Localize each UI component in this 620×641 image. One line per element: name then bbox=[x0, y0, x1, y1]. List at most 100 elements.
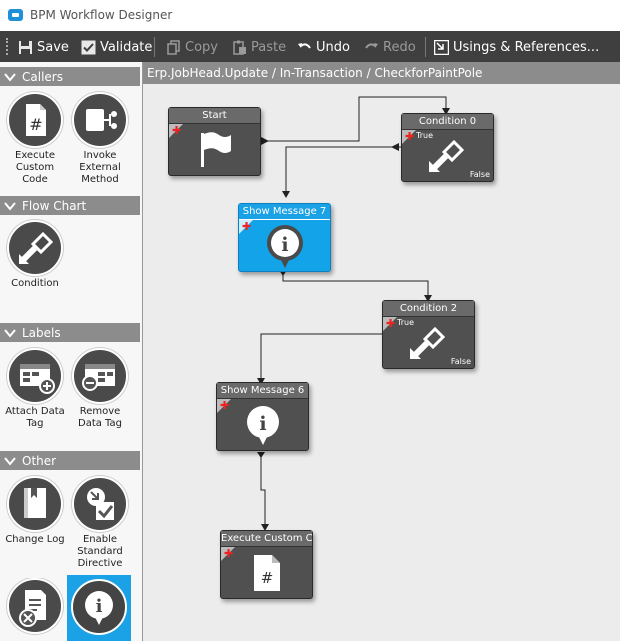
arrow-head bbox=[282, 191, 290, 198]
section-title: Labels bbox=[22, 325, 61, 340]
window-title: BPM Workflow Designer bbox=[30, 8, 173, 22]
redo-icon bbox=[364, 40, 379, 55]
condition-arrows-icon bbox=[429, 139, 465, 172]
tool-change-log[interactable]: Change Log bbox=[3, 476, 67, 546]
node-title: Start bbox=[169, 108, 260, 124]
section-header-other[interactable]: Other bbox=[0, 451, 140, 470]
node-title: Show Message 7 bbox=[239, 204, 330, 220]
toolbar: Save Validate Copy Paste Undo Redo Using… bbox=[0, 31, 620, 62]
svg-text:i: i bbox=[259, 413, 266, 435]
document-remove-icon bbox=[7, 578, 63, 634]
svg-text:i: i bbox=[281, 234, 288, 256]
false-branch-label: False bbox=[469, 170, 490, 179]
arrow-head bbox=[261, 137, 269, 145]
paste-icon bbox=[232, 40, 247, 55]
remove-tag-icon bbox=[72, 348, 128, 404]
arrow-head bbox=[257, 452, 265, 458]
title-bar: BPM Workflow Designer bbox=[0, 0, 620, 31]
save-button[interactable]: Save bbox=[18, 37, 69, 57]
copy-icon bbox=[166, 39, 181, 55]
tool-invoke-external-method[interactable]: Invoke External Method bbox=[68, 92, 132, 186]
redo-label: Redo bbox=[383, 39, 416, 55]
undo-icon bbox=[297, 40, 312, 55]
section-title: Other bbox=[22, 453, 57, 468]
svg-text:#: # bbox=[261, 569, 274, 587]
connector-condition2-to-show6 bbox=[260, 333, 382, 380]
arrow-head bbox=[391, 143, 399, 151]
tool-label: Invoke External Method bbox=[79, 150, 121, 185]
tool-label: Condition bbox=[11, 278, 59, 289]
tool-attach-data-tag[interactable]: Attach Data Tag bbox=[3, 348, 67, 430]
paste-label: Paste bbox=[251, 39, 287, 55]
svg-text:#: # bbox=[29, 115, 42, 134]
tool-label: Remove Data Tag bbox=[78, 406, 122, 429]
add-icon[interactable]: ✚ bbox=[405, 131, 414, 142]
chevron-down-icon bbox=[4, 328, 16, 338]
flag-icon bbox=[201, 132, 231, 167]
add-icon[interactable]: ✚ bbox=[224, 548, 233, 559]
tool-label: Enable Standard Directive bbox=[77, 534, 123, 569]
code-file-icon: # bbox=[7, 92, 63, 148]
chevron-down-icon bbox=[4, 456, 16, 466]
code-file-icon: # bbox=[254, 555, 280, 591]
references-icon bbox=[433, 39, 450, 55]
node-condition-0[interactable]: Condition 0 ✚ True False bbox=[401, 113, 494, 182]
node-show-message-7[interactable]: Show Message 7 ✚ i bbox=[238, 203, 331, 272]
paste-button[interactable]: Paste bbox=[232, 37, 286, 57]
node-start[interactable]: Start ✚ bbox=[168, 107, 261, 176]
condition-arrows-icon bbox=[410, 326, 446, 359]
tool-remove-data-tag[interactable]: Remove Data Tag bbox=[68, 348, 132, 430]
app-icon bbox=[8, 9, 23, 21]
usings-references-button[interactable]: Usings & References... bbox=[433, 37, 600, 57]
add-icon[interactable]: ✚ bbox=[242, 221, 251, 232]
copy-button[interactable]: Copy bbox=[166, 37, 218, 57]
validate-button[interactable]: Validate bbox=[81, 37, 152, 57]
attach-tag-icon bbox=[7, 348, 63, 404]
tool-label: Attach Data Tag bbox=[5, 406, 65, 429]
chevron-down-icon bbox=[4, 201, 16, 211]
book-icon bbox=[7, 476, 63, 532]
node-execute-custom-code[interactable]: Execute Custom Co ✚ # bbox=[220, 530, 313, 599]
undo-button[interactable]: Undo bbox=[297, 37, 350, 57]
false-branch-label: False bbox=[450, 357, 471, 366]
tool-palette: Callers # Execute Custom Code Invoke Ext… bbox=[0, 62, 143, 641]
node-title: Condition 2 bbox=[383, 301, 474, 317]
usings-label: Usings & References... bbox=[453, 39, 600, 55]
tool-condition[interactable]: Condition bbox=[3, 220, 67, 290]
chevron-down-icon bbox=[4, 72, 16, 82]
svg-text:i: i bbox=[96, 596, 103, 617]
info-bubble-icon: i bbox=[247, 406, 279, 445]
condition-arrows-icon bbox=[7, 220, 63, 276]
add-icon[interactable]: ✚ bbox=[172, 125, 181, 136]
undo-label: Undo bbox=[316, 39, 350, 55]
info-bubble-icon: i bbox=[71, 579, 127, 635]
toolbar-grip[interactable] bbox=[6, 38, 11, 55]
info-bubble-icon: i bbox=[267, 225, 303, 268]
redo-button[interactable]: Redo bbox=[364, 37, 416, 57]
add-icon[interactable]: ✚ bbox=[386, 318, 395, 329]
validate-label: Validate bbox=[100, 39, 153, 55]
toolbar-separator bbox=[154, 37, 155, 57]
tool-enable-standard-directive[interactable]: Enable Standard Directive bbox=[68, 476, 132, 570]
connector-condition0-to-show7 bbox=[285, 146, 401, 193]
external-method-icon bbox=[72, 92, 128, 148]
node-show-message-6[interactable]: Show Message 6 ✚ i bbox=[216, 382, 309, 451]
connector-show6-to-execute bbox=[260, 452, 266, 528]
tool-label: Change Log bbox=[5, 534, 65, 545]
add-icon[interactable]: ✚ bbox=[220, 400, 229, 411]
tool-execute-custom-code[interactable]: # Execute Custom Code bbox=[3, 92, 67, 186]
section-header-flow-chart[interactable]: Flow Chart bbox=[0, 196, 140, 215]
copy-label: Copy bbox=[185, 39, 218, 55]
save-icon bbox=[18, 40, 33, 55]
section-header-callers[interactable]: Callers bbox=[0, 67, 140, 86]
workflow-canvas[interactable]: Erp.JobHead.Update / In-Transaction / Ch… bbox=[143, 62, 620, 641]
node-title: Condition 0 bbox=[402, 114, 493, 130]
tool-show-message[interactable]: i bbox=[67, 575, 131, 641]
enable-directive-icon bbox=[72, 476, 128, 532]
node-title: Execute Custom Co bbox=[221, 531, 312, 547]
node-title: Show Message 6 bbox=[217, 383, 308, 399]
tool-remove-log[interactable] bbox=[3, 578, 67, 641]
node-condition-2[interactable]: Condition 2 ✚ True False bbox=[382, 300, 475, 369]
save-label: Save bbox=[37, 39, 69, 55]
section-header-labels[interactable]: Labels bbox=[0, 323, 140, 342]
